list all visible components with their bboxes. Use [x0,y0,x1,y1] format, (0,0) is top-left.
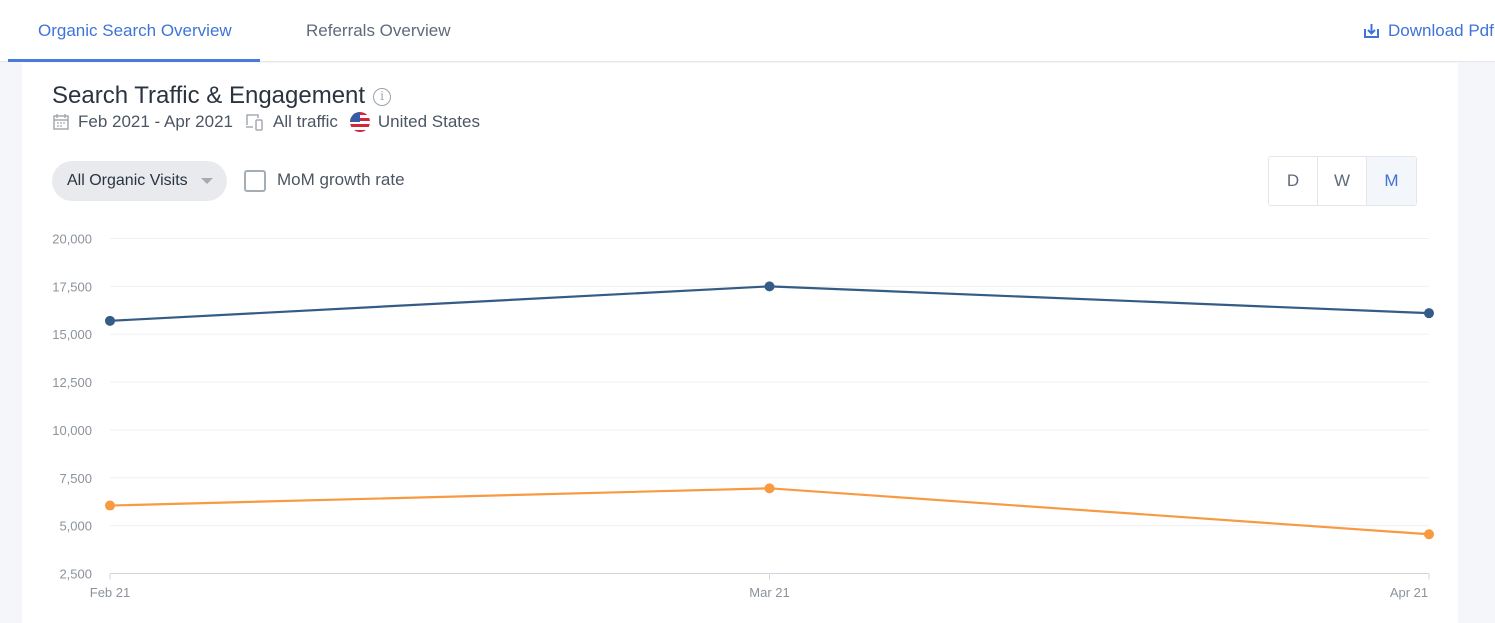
x-tick-label: Mar 21 [749,585,789,600]
y-tick-label: 5,000 [59,519,92,534]
y-tick-label: 15,000 [52,327,92,342]
y-tick-label: 10,000 [52,423,92,438]
x-tick-label: Apr 21 [1390,585,1428,600]
data-point [1424,529,1434,540]
y-tick-label: 12,500 [52,375,92,390]
data-point [764,483,775,494]
x-tick-label: Feb 21 [90,585,130,600]
data-point [764,281,775,292]
series-line-0 [109,285,1430,322]
traffic-line-chart: 2,500 5,000 7,500 10,000 12,500 15,000 17,500 2… [52,232,1434,600]
y-tick-label: 2,500 [59,567,92,582]
data-point [1424,308,1434,319]
series-line-1 [109,487,1430,536]
data-point [105,500,115,511]
y-tick-label: 20,000 [52,232,92,247]
y-tick-label: 17,500 [52,279,92,294]
y-tick-label: 7,500 [59,471,92,486]
data-point [105,315,115,326]
